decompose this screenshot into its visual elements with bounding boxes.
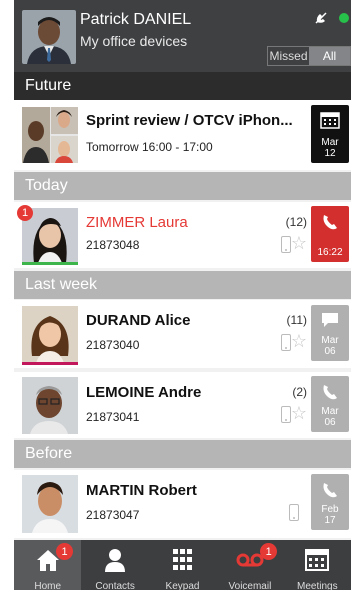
tile-time: 16:22 [317, 247, 343, 258]
meeting-participants-avatar [22, 107, 78, 163]
call-count: (2) [292, 385, 307, 399]
presence-bar [22, 262, 78, 265]
home-badge: 1 [56, 543, 73, 560]
voicemail-badge: 1 [260, 543, 278, 560]
calendar-icon [320, 112, 340, 129]
mobile-icon[interactable] [281, 236, 291, 253]
tile-day: 12 [324, 148, 336, 159]
tile-day: 06 [324, 417, 336, 428]
meeting-date-tile[interactable]: Mar 12 [311, 105, 349, 163]
message-count: (11) [286, 313, 307, 327]
mobile-icon[interactable] [281, 334, 291, 351]
contact-avatar [22, 306, 78, 363]
tile-month: Feb [321, 504, 339, 515]
contact-name: LEMOINE Andre [86, 384, 202, 401]
tab-label: Voicemail [228, 581, 272, 590]
mobile-icon[interactable] [281, 406, 291, 423]
tab-meetings[interactable]: Meetings [284, 540, 351, 590]
contact-avatar [22, 377, 78, 434]
list-item-contact[interactable]: DURAND Alice 21873040 (11) ☆ Mar 06 [14, 300, 351, 368]
tile-day: 17 [324, 515, 336, 526]
missed-call-tile[interactable]: 16:22 [311, 206, 349, 262]
list-item-meeting[interactable]: Sprint review / OTCV iPhon... Tomorrow 1… [14, 100, 351, 170]
tab-contacts[interactable]: Contacts [81, 540, 148, 590]
list-item-contact[interactable]: MARTIN Robert 21873047 Feb 17 [14, 470, 351, 538]
mobile-icon[interactable] [289, 504, 299, 521]
bottom-navigation: 1 Home Contacts Keypad 1 Voicemail Meeti… [14, 540, 351, 590]
filter-missed[interactable]: Missed [268, 47, 309, 65]
tab-voicemail[interactable]: 1 Voicemail [216, 540, 283, 590]
meetings-icon [305, 549, 330, 571]
app-screen: Patrick DANIEL My office devices Missed … [14, 0, 351, 590]
list-item-contact[interactable]: 1 ZIMMER Laura 21873048 (12) ☆ 16:22 [14, 202, 351, 268]
presence-status-dot[interactable] [339, 13, 349, 23]
user-avatar[interactable] [22, 10, 76, 64]
meeting-title: Sprint review / OTCV iPhon... [86, 112, 293, 129]
favorite-star-icon[interactable]: ☆ [291, 233, 307, 254]
tile-month: Mar [321, 406, 339, 417]
call-count: (12) [285, 215, 307, 229]
tab-label: Home [34, 581, 62, 590]
meeting-time: Tomorrow 16:00 - 17:00 [86, 140, 213, 154]
phone-icon [323, 483, 337, 498]
contact-name: MARTIN Robert [86, 482, 197, 499]
tab-label: Contacts [95, 581, 135, 590]
contact-number: 21873047 [86, 508, 140, 522]
section-before: Before [14, 440, 351, 468]
section-last-week: Last week [14, 271, 351, 299]
keypad-icon [172, 549, 192, 570]
contact-number: 21873041 [86, 410, 140, 424]
contact-avatar [22, 475, 78, 533]
profile-header: Patrick DANIEL My office devices Missed … [14, 0, 351, 72]
presence-bar [22, 362, 78, 365]
device-subtitle[interactable]: My office devices [80, 33, 187, 49]
tab-home[interactable]: 1 Home [14, 540, 82, 590]
message-date-tile[interactable]: Mar 06 [311, 305, 349, 361]
list-item-contact[interactable]: LEMOINE Andre 21873041 (2) ☆ Mar 06 [14, 372, 351, 438]
contact-name: DURAND Alice [86, 312, 191, 329]
missed-all-filter: Missed All [267, 46, 351, 66]
no-video-icon[interactable] [314, 11, 328, 25]
message-icon [322, 313, 338, 327]
tab-label: Meetings [297, 581, 338, 590]
phone-icon [323, 385, 337, 400]
section-today: Today [14, 172, 351, 200]
contact-number: 21873040 [86, 338, 140, 352]
tile-month: Mar [321, 137, 339, 148]
contact-name: ZIMMER Laura [86, 214, 188, 231]
section-future: Future [14, 72, 351, 100]
tab-label: Keypad [165, 581, 200, 590]
tab-keypad[interactable]: Keypad [149, 540, 216, 590]
favorite-star-icon[interactable]: ☆ [291, 403, 307, 424]
tile-day: 06 [324, 346, 336, 357]
user-name: Patrick DANIEL [80, 11, 192, 28]
missed-count-badge: 1 [17, 205, 33, 221]
filter-all[interactable]: All [309, 47, 350, 65]
contact-number: 21873048 [86, 238, 140, 252]
call-date-tile[interactable]: Feb 17 [311, 474, 349, 530]
call-date-tile[interactable]: Mar 06 [311, 376, 349, 432]
favorite-star-icon[interactable]: ☆ [291, 331, 307, 352]
contacts-icon [105, 549, 126, 572]
phone-missed-icon [323, 215, 337, 230]
tile-month: Mar [321, 335, 339, 346]
